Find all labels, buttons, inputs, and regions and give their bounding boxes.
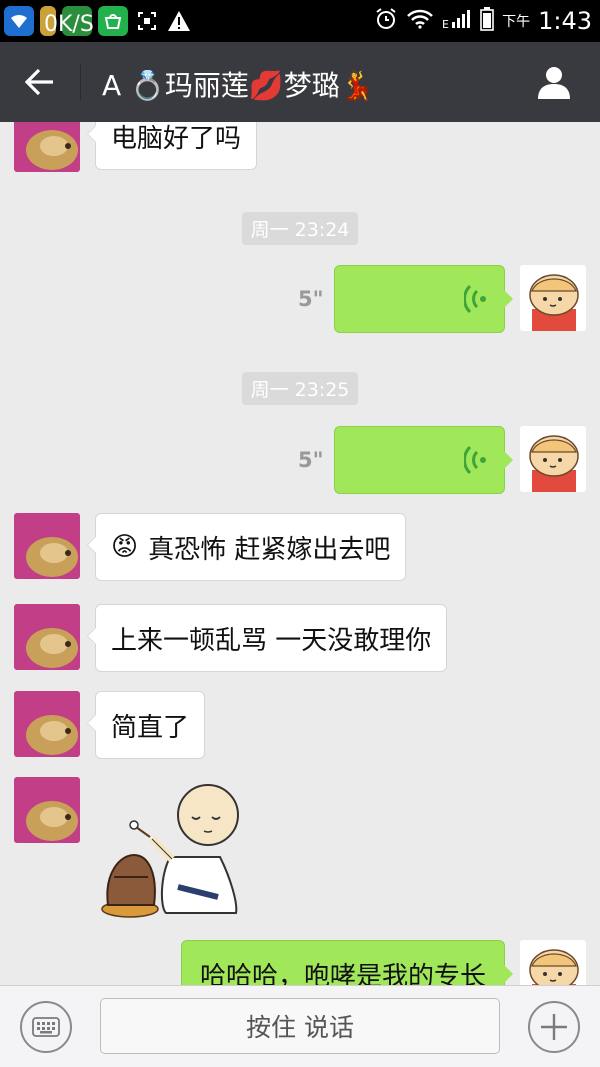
cell-signal-icon: E [442, 8, 472, 35]
timestamp-chip: 周一 23:24 [242, 212, 358, 245]
message-bubble-received[interactable]: 电脑好了吗 [86, 122, 258, 170]
net-speed: 0K/S [44, 12, 94, 37]
timestamp-text: 周一 23:24 [250, 219, 350, 241]
screenshot-icon [134, 8, 160, 34]
app-icon [98, 6, 128, 36]
chat-header: A 💍玛丽莲💋梦璐💃 [0, 42, 600, 122]
voice-duration: 5" [298, 448, 324, 472]
contact-avatar[interactable] [14, 691, 80, 757]
message-bubble-received[interactable]: 上来一顿乱骂 一天没敢理你 [86, 604, 448, 672]
wifi-signal-icon [406, 9, 434, 34]
plus-icon [541, 1014, 567, 1040]
message-text: 电脑好了吗 [111, 123, 242, 154]
alarm-icon [374, 7, 398, 36]
hold-to-talk-button[interactable]: 按住 说话 [100, 998, 500, 1054]
message-bubble-received[interactable]: 简直了 [86, 691, 206, 759]
message-text: 哈哈哈，咆哮是我的专长 [200, 961, 487, 986]
am-pm-label: 下午 [502, 14, 531, 30]
timestamp-text: 周一 23:25 [250, 379, 350, 401]
my-avatar[interactable] [520, 426, 586, 492]
message-text: 上来一顿乱骂 一天没敢理你 [111, 625, 432, 656]
contact-avatar[interactable] [14, 604, 80, 670]
my-avatar[interactable] [520, 265, 586, 331]
timestamp-chip: 周一 23:25 [242, 372, 358, 405]
status-bar: 0K/S E 下午 1:43 [0, 0, 600, 42]
svg-text:E: E [442, 18, 449, 30]
angry-face-emoji: 😡 [111, 532, 139, 562]
clock-time: 1:43 [538, 7, 592, 35]
arrow-left-icon [25, 68, 53, 96]
wifi-icon [4, 6, 34, 36]
back-button[interactable] [18, 62, 62, 102]
message-text: 真恐怖 赶紧嫁出去吧 [148, 534, 391, 565]
voice-wave-icon [464, 285, 486, 313]
more-options-button[interactable] [528, 1001, 580, 1053]
voice-message-bubble[interactable] [334, 265, 513, 333]
voice-message-bubble[interactable] [334, 426, 513, 494]
battery-icon [480, 6, 494, 36]
warning-icon [166, 8, 192, 34]
contact-avatar[interactable] [14, 777, 80, 843]
header-divider [80, 64, 81, 100]
status-right: E 下午 1:43 [374, 4, 592, 38]
message-text: 简直了 [111, 712, 190, 743]
keyboard-toggle-button[interactable] [20, 1001, 72, 1053]
my-avatar[interactable] [520, 940, 586, 985]
message-bubble-sent[interactable]: 哈哈哈，咆哮是我的专长 [181, 940, 514, 986]
chat-info-button[interactable] [534, 62, 574, 102]
keyboard-icon [32, 1017, 60, 1037]
status-left [4, 4, 192, 38]
contact-avatar[interactable] [14, 122, 80, 172]
chat-title: A 💍玛丽莲💋梦璐💃 [102, 69, 375, 102]
monk-wooden-fish-sticker[interactable] [100, 777, 245, 922]
input-bar: 按住 说话 [0, 985, 600, 1067]
voice-duration: 5" [298, 287, 324, 311]
contact-avatar[interactable] [14, 513, 80, 579]
voice-wave-icon [464, 446, 486, 474]
message-bubble-received[interactable]: 😡 真恐怖 赶紧嫁出去吧 [86, 513, 407, 581]
message-list[interactable]: 电脑好了吗 周一 23:24 5" 周一 23:25 5" 😡 真恐怖 赶紧嫁出… [0, 122, 600, 985]
person-icon [538, 67, 570, 99]
